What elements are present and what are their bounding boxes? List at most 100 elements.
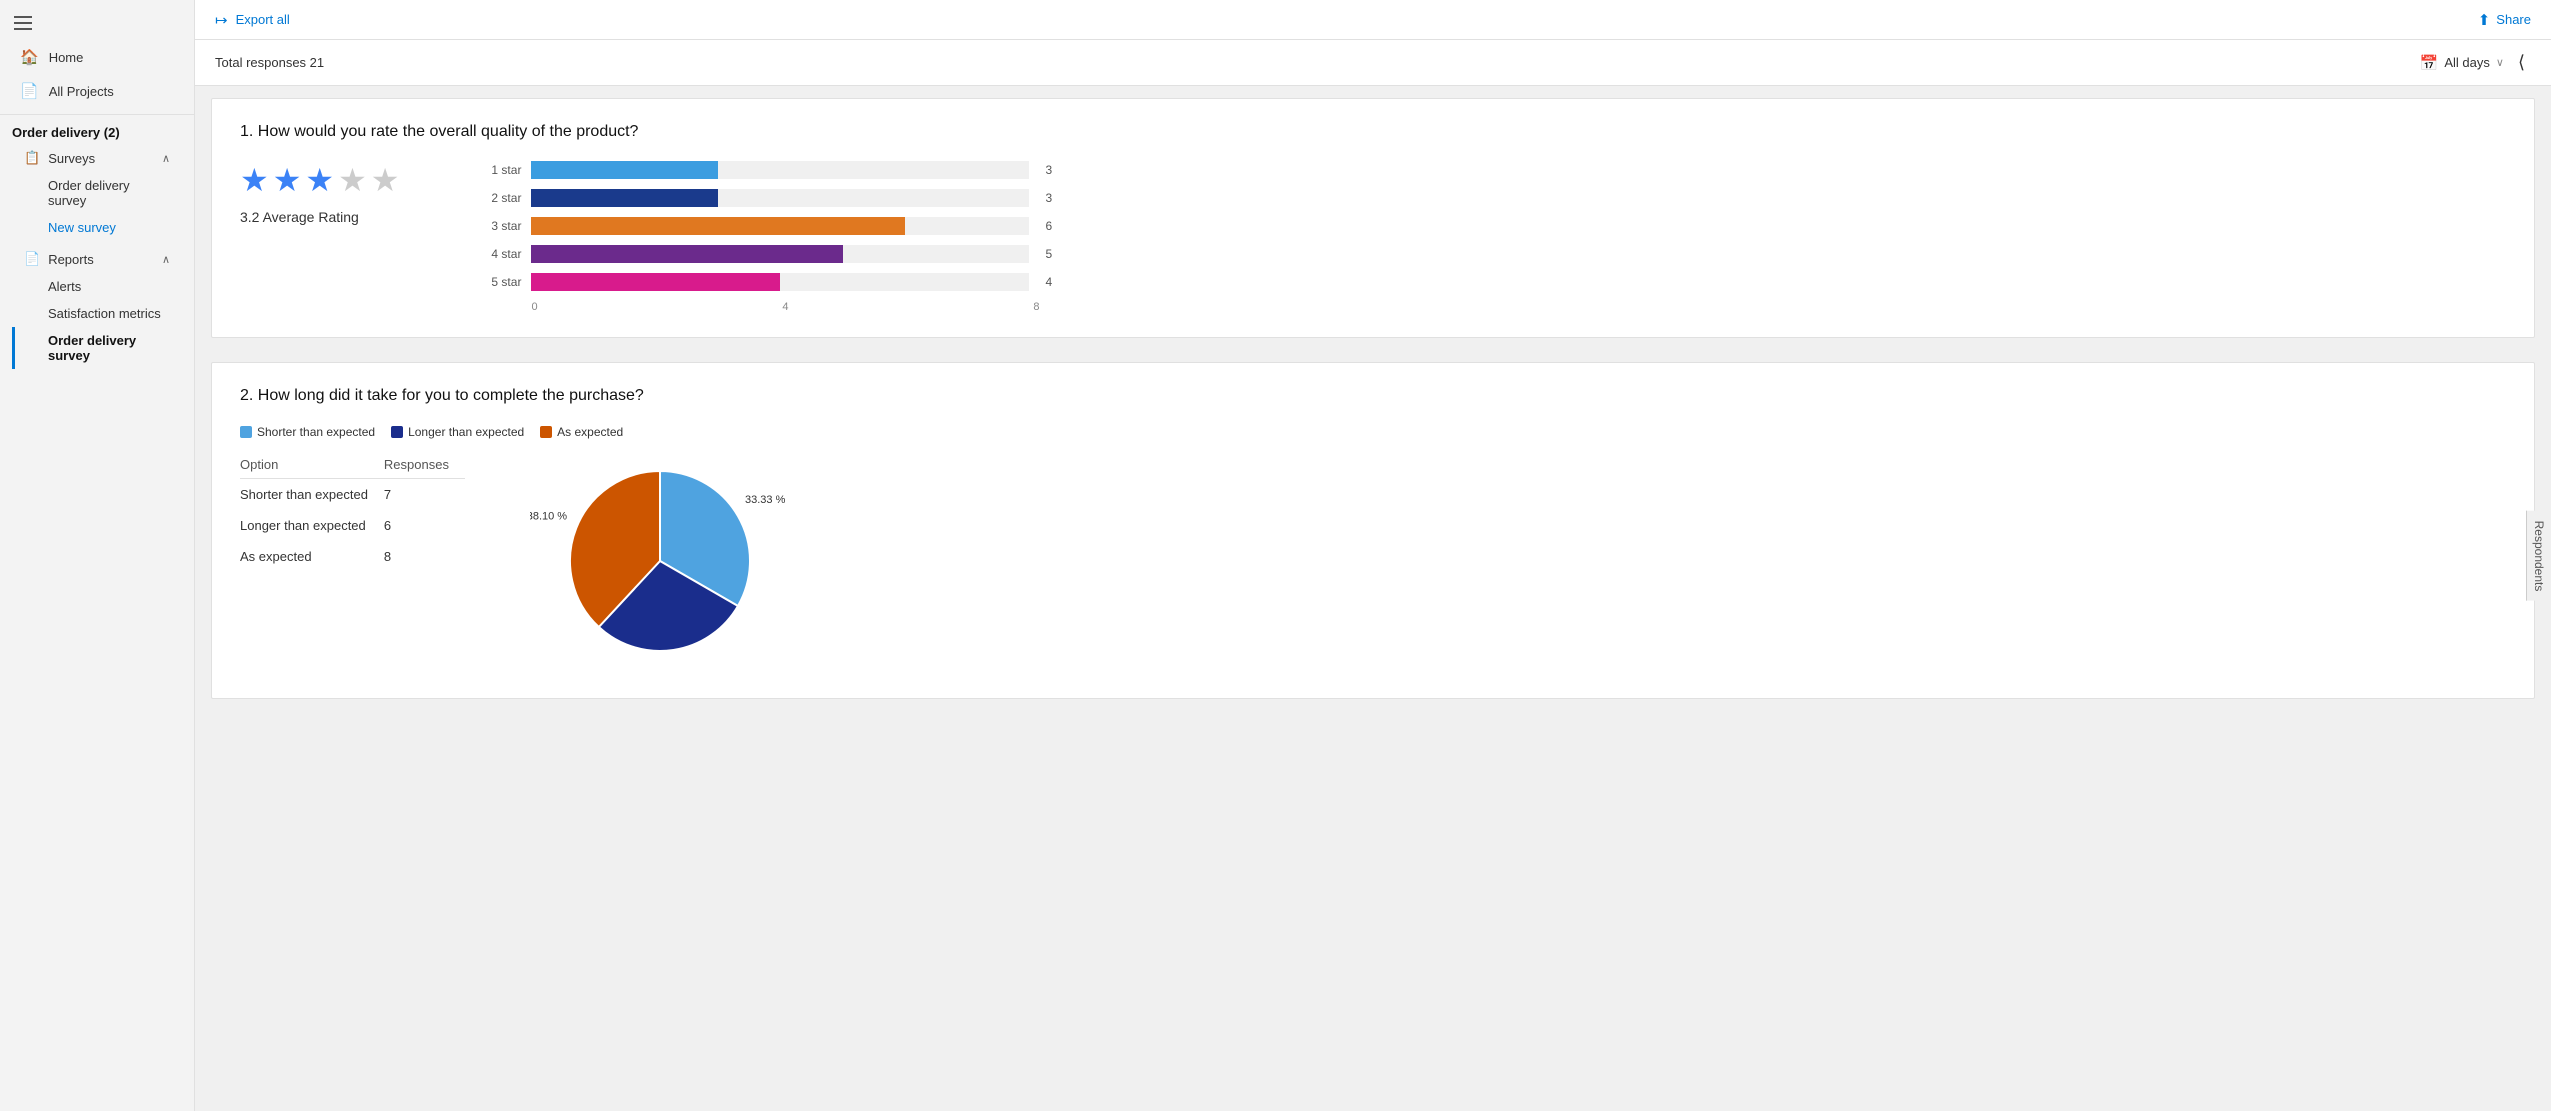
total-responses: Total responses 21 <box>215 55 324 70</box>
star-4: ★ <box>338 161 367 199</box>
responses-table: Option Responses Shorter than expected7L… <box>240 451 490 572</box>
pie-legend: Shorter than expected Longer than expecte… <box>240 425 2506 439</box>
home-icon: 🏠 <box>20 48 39 66</box>
surveys-chevron-icon: ∧ <box>162 152 170 165</box>
date-filter-label: All days <box>2444 55 2490 70</box>
collapse-button[interactable]: ⟨ <box>2512 50 2531 75</box>
main-content: ↦ Export all ⬆ Share Total responses 21 … <box>195 0 2551 1111</box>
sidebar-item-new-survey[interactable]: New survey <box>12 214 182 241</box>
respondents-label: Respondents <box>2526 510 2551 601</box>
table-row: As expected8 <box>240 541 465 572</box>
sub-bar: Total responses 21 📅 All days ∨ ⟨ <box>195 40 2551 86</box>
sidebar-section-title: Order delivery (2) <box>12 125 182 140</box>
bar-value: 6 <box>1045 219 1059 233</box>
bar-label: 2 star <box>479 191 521 205</box>
bar-row: 4 star 5 <box>479 245 1059 263</box>
bar-track <box>531 161 1029 179</box>
table-row: Longer than expected6 <box>240 510 465 541</box>
reports-icon: 📄 <box>24 251 40 267</box>
sidebar-item-alerts[interactable]: Alerts <box>12 273 182 300</box>
question-2-card: 2. How long did it take for you to compl… <box>211 362 2535 699</box>
sidebar-item-all-projects[interactable]: 📄 All Projects <box>8 74 186 108</box>
legend-item: Shorter than expected <box>240 425 375 439</box>
bar-value: 3 <box>1045 191 1059 205</box>
content-area: 1. How would you rate the overall qualit… <box>195 86 2551 1111</box>
surveys-children: Order delivery survey New survey <box>12 172 182 241</box>
bar-value: 3 <box>1045 163 1059 177</box>
pie-label: 33.33 % <box>745 494 786 506</box>
bar-track <box>531 245 1029 263</box>
pie-chart-container: 33.33 %28.57 %38.10 % <box>530 451 790 674</box>
reports-chevron-icon: ∧ <box>162 253 170 266</box>
bar-row: 3 star 6 <box>479 217 1059 235</box>
reports-group-header[interactable]: 📄 Reports ∧ <box>12 245 182 273</box>
surveys-label: Surveys <box>48 151 95 166</box>
pie-chart-svg: 33.33 %28.57 %38.10 % <box>530 451 790 671</box>
sidebar-item-home[interactable]: 🏠 Home <box>8 40 186 74</box>
projects-icon: 📄 <box>20 82 39 100</box>
col-option: Option <box>240 451 384 479</box>
question-1-title: 1. How would you rate the overall qualit… <box>240 123 2506 141</box>
star-1: ★ <box>240 161 269 199</box>
legend-color <box>391 426 403 438</box>
sidebar-item-order-delivery-report[interactable]: Order delivery survey <box>12 327 182 369</box>
star-5: ★ <box>371 161 400 199</box>
bar-fill <box>531 161 718 179</box>
date-filter-button[interactable]: 📅 All days ∨ <box>2420 54 2504 72</box>
sidebar-top: 🏠 Home 📄 All Projects <box>0 0 194 115</box>
export-icon: ↦ <box>215 11 228 29</box>
date-chevron-icon: ∨ <box>2496 56 2504 69</box>
bar-fill <box>531 273 780 291</box>
bar-track <box>531 273 1029 291</box>
hamburger-button[interactable] <box>8 10 38 36</box>
bar-value: 4 <box>1045 275 1059 289</box>
star-section: ★ ★ ★ ★ ★ 3.2 Average Rating 1 star 3 2 … <box>240 161 2506 313</box>
surveys-group: 📋 Surveys ∧ Order delivery survey New su… <box>12 144 182 241</box>
bar-row: 5 star 4 <box>479 273 1059 291</box>
pie-table-body: Shorter than expected7Longer than expect… <box>240 479 465 573</box>
surveys-icon: 📋 <box>24 150 40 166</box>
share-button[interactable]: ⬆ Share <box>2478 11 2531 29</box>
stars-row: ★ ★ ★ ★ ★ <box>240 161 399 199</box>
share-icon: ⬆ <box>2478 11 2491 29</box>
avg-rating-label: 3.2 Average Rating <box>240 209 359 225</box>
export-all-button[interactable]: ↦ Export all <box>215 11 290 29</box>
col-responses: Responses <box>384 451 465 479</box>
bar-label: 5 star <box>479 275 521 289</box>
legend-color <box>240 426 252 438</box>
bar-label: 4 star <box>479 247 521 261</box>
sidebar: 🏠 Home 📄 All Projects Order delivery (2)… <box>0 0 195 1111</box>
bar-fill <box>531 217 905 235</box>
question-2-title: 2. How long did it take for you to compl… <box>240 387 2506 405</box>
bar-row: 1 star 3 <box>479 161 1059 179</box>
sidebar-item-order-delivery-survey[interactable]: Order delivery survey <box>12 172 182 214</box>
bar-value: 5 <box>1045 247 1059 261</box>
bar-chart-rows: 1 star 3 2 star 3 3 star 6 4 star 5 5 st… <box>479 161 1059 291</box>
sidebar-home-label: Home <box>49 50 84 65</box>
star-2: ★ <box>273 161 302 199</box>
pie-label: 38.10 % <box>530 511 567 523</box>
top-bar: ↦ Export all ⬆ Share <box>195 0 2551 40</box>
sidebar-projects-label: All Projects <box>49 84 114 99</box>
legend-item: As expected <box>540 425 623 439</box>
export-label: Export all <box>236 12 290 27</box>
legend-item: Longer than expected <box>391 425 524 439</box>
star-display: ★ ★ ★ ★ ★ 3.2 Average Rating <box>240 161 399 225</box>
bar-track <box>531 217 1029 235</box>
surveys-group-header[interactable]: 📋 Surveys ∧ <box>12 144 182 172</box>
reports-label: Reports <box>48 252 94 267</box>
bar-fill <box>531 245 842 263</box>
bar-chart: 1 star 3 2 star 3 3 star 6 4 star 5 5 st… <box>459 161 1059 313</box>
pie-section: Option Responses Shorter than expected7L… <box>240 451 2506 674</box>
bar-label: 1 star <box>479 163 521 177</box>
reports-children: Alerts Satisfaction metrics Order delive… <box>12 273 182 369</box>
sidebar-section: Order delivery (2) 📋 Surveys ∧ Order del… <box>0 115 194 377</box>
share-label: Share <box>2496 12 2531 27</box>
reports-group: 📄 Reports ∧ Alerts Satisfaction metrics … <box>12 245 182 369</box>
star-3: ★ <box>305 161 334 199</box>
axis-labels: 0 4 8 <box>531 301 1059 313</box>
bar-row: 2 star 3 <box>479 189 1059 207</box>
calendar-icon: 📅 <box>2420 54 2439 72</box>
legend-color <box>540 426 552 438</box>
sidebar-item-satisfaction-metrics[interactable]: Satisfaction metrics <box>12 300 182 327</box>
